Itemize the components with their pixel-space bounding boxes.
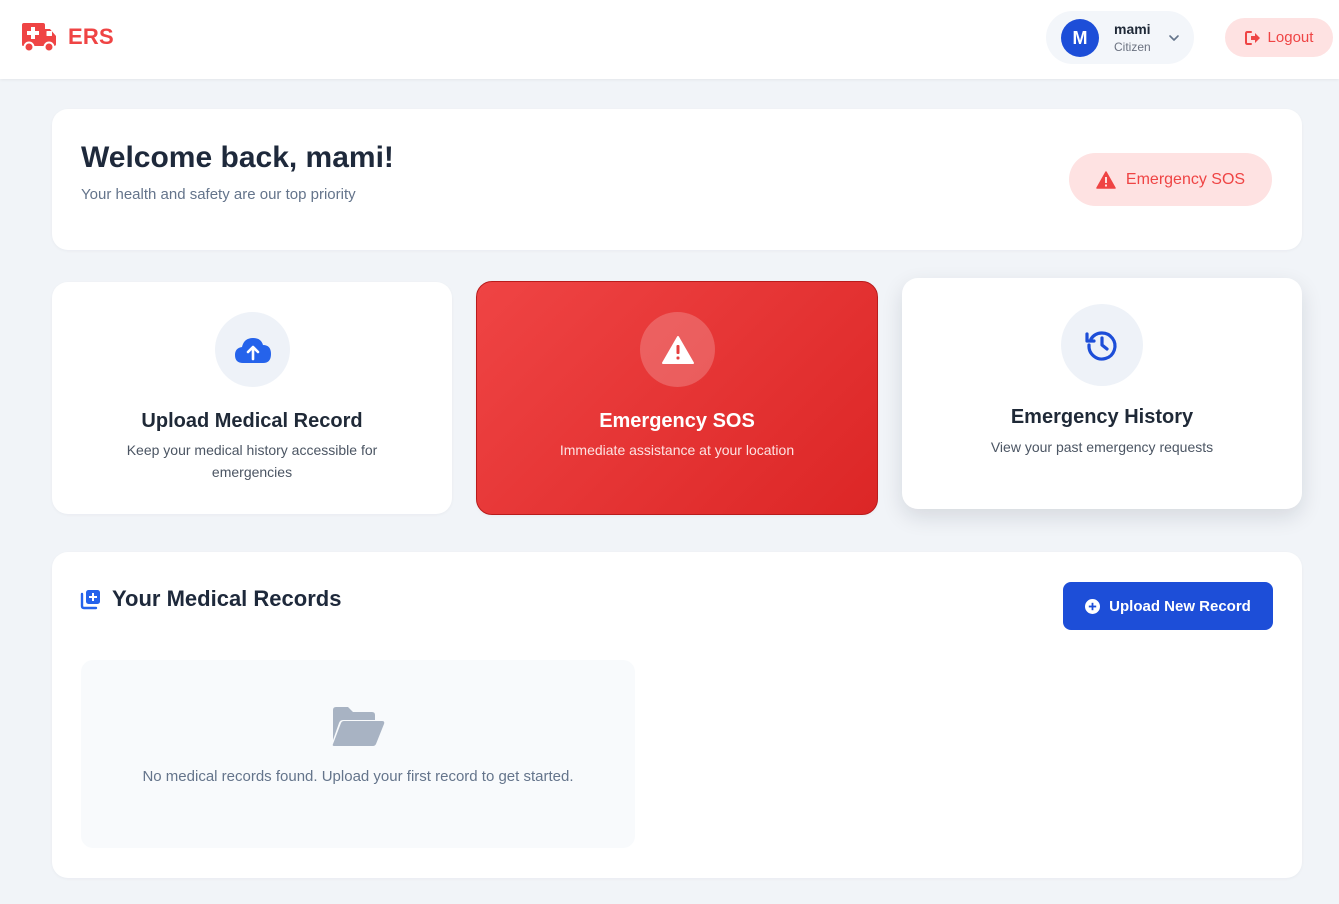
emergency-history-card[interactable]: Emergency History View your past emergen…: [902, 278, 1302, 509]
history-icon-circle: [1061, 304, 1143, 386]
user-name: mami: [1114, 21, 1151, 37]
user-menu[interactable]: M mami Citizen: [1046, 11, 1194, 64]
feature-title: Emergency SOS: [599, 410, 755, 432]
sos-icon-circle: [640, 312, 715, 387]
empty-state-message: No medical records found. Upload your fi…: [142, 768, 574, 785]
warning-icon: [1096, 170, 1116, 189]
feature-description: Immediate assistance at your location: [559, 442, 795, 458]
ambulance-icon: [22, 23, 56, 53]
user-role: Citizen: [1114, 40, 1151, 54]
logout-label: Logout: [1267, 29, 1314, 46]
section-title: Your Medical Records: [112, 586, 342, 611]
feature-description: Keep your medical history accessible for…: [126, 442, 378, 480]
feature-description: View your past emergency requests: [990, 439, 1214, 455]
brand-name: ERS: [68, 24, 114, 49]
brand-logo[interactable]: ERS: [20, 21, 114, 53]
feature-title: Upload Medical Record: [141, 410, 363, 432]
avatar: M: [1061, 19, 1099, 57]
empty-state: No medical records found. Upload your fi…: [81, 660, 635, 848]
medical-records-icon: [80, 590, 100, 610]
upload-new-record-label: Upload New Record: [1109, 597, 1251, 615]
cloud-upload-icon: [234, 337, 271, 363]
sign-out-icon: [1244, 30, 1260, 45]
warning-icon: [661, 335, 694, 364]
upload-medical-record-card[interactable]: Upload Medical Record Keep your medical …: [52, 282, 452, 514]
plus-circle-icon: [1085, 598, 1101, 614]
history-icon: [1085, 331, 1117, 361]
emergency-sos-button[interactable]: Emergency SOS: [1069, 153, 1272, 206]
chevron-down-icon: [1169, 35, 1179, 41]
page-title: Welcome back, mami!: [81, 141, 394, 174]
welcome-card: Welcome back, mami! Your health and safe…: [52, 109, 1302, 250]
medical-records-section: Your Medical Records Upload New Record N…: [52, 552, 1302, 878]
emergency-sos-label: Emergency SOS: [1125, 170, 1246, 188]
welcome-subtitle: Your health and safety are our top prior…: [81, 186, 356, 203]
upload-icon-circle: [215, 312, 290, 387]
upload-new-record-button[interactable]: Upload New Record: [1063, 582, 1273, 630]
section-header: Your Medical Records: [80, 586, 341, 612]
folder-open-icon: [332, 707, 385, 746]
emergency-sos-card[interactable]: Emergency SOS Immediate assistance at yo…: [476, 281, 878, 515]
feature-title: Emergency History: [1010, 406, 1194, 428]
logout-button[interactable]: Logout: [1225, 18, 1333, 57]
top-bar: ERS M mami Citizen Logout: [0, 0, 1339, 79]
